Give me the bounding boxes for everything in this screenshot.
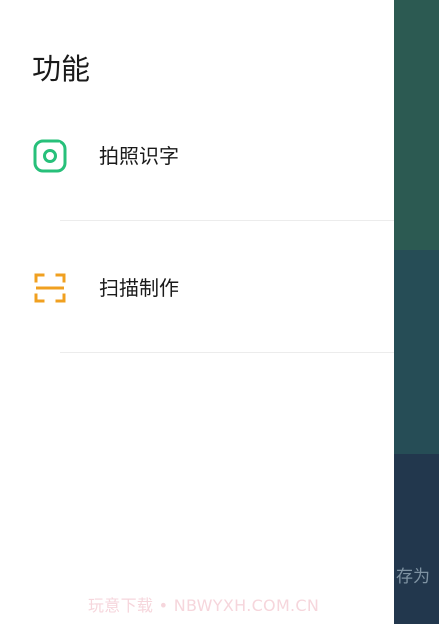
menu-item-scan-create[interactable]: 扫描制作 xyxy=(0,256,394,320)
menu-item-label: 扫描制作 xyxy=(99,276,179,300)
menu-divider xyxy=(60,352,394,353)
function-drawer: 功能 拍照识字 扫描制作 玩意下载 • NBWYXH.COM.CN xyxy=(0,0,394,624)
camera-icon xyxy=(33,139,67,173)
scan-icon xyxy=(34,273,66,303)
menu-divider xyxy=(60,220,394,221)
background-app-overlay[interactable]: 存为 xyxy=(394,0,439,624)
menu-item-label: 拍照识字 xyxy=(99,144,179,168)
background-panel-middle xyxy=(394,250,439,454)
background-panel-bottom xyxy=(394,454,439,624)
menu-item-photo-ocr[interactable]: 拍照识字 xyxy=(0,124,394,188)
background-partial-text: 存为 xyxy=(396,567,430,587)
watermark-text: 玩意下载 • NBWYXH.COM.CN xyxy=(88,596,320,615)
background-panel-top xyxy=(394,0,439,250)
drawer-title: 功能 xyxy=(32,52,91,86)
